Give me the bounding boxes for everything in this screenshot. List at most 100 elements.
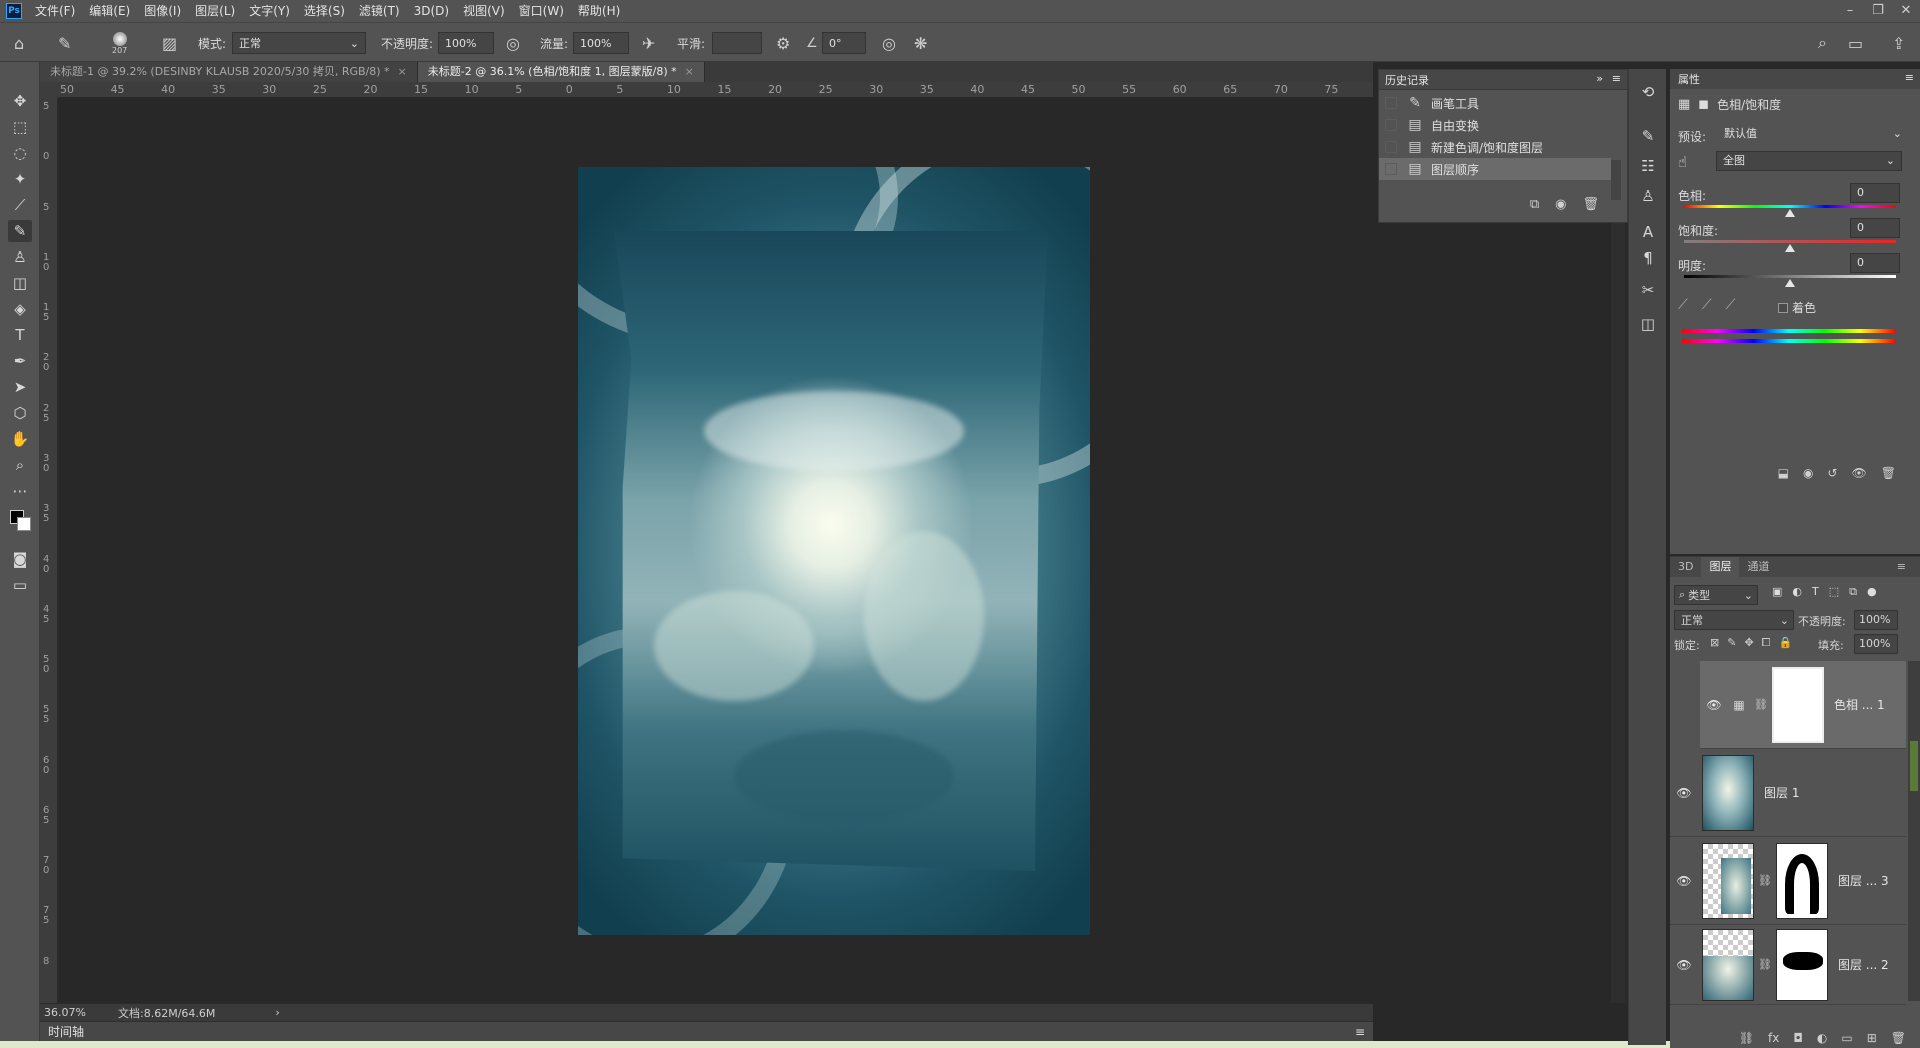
new-document-from-state-icon[interactable]: ⧉	[1530, 197, 1539, 212]
link-icon[interactable]: ⛓	[1754, 698, 1768, 711]
filter-toggle-icon[interactable]: ●	[1867, 585, 1877, 599]
new-layer-icon[interactable]: ⊞	[1867, 1031, 1877, 1045]
restore-icon[interactable]: ❐	[1864, 0, 1892, 22]
filter-adjustment-icon[interactable]: ◐	[1792, 585, 1802, 599]
menu-edit[interactable]: 编辑(E)	[82, 0, 137, 22]
layer-mask-thumbnail[interactable]	[1775, 842, 1828, 919]
filter-smart-icon[interactable]: ⧉	[1849, 585, 1857, 599]
link-icon[interactable]: ⛓	[1758, 874, 1772, 887]
smooth-input[interactable]	[712, 32, 762, 54]
eyedropper-minus-icon[interactable]: ⟋	[1726, 297, 1736, 313]
lock-pixels-icon[interactable]: ✎	[1727, 636, 1736, 650]
close-icon[interactable]: ×	[398, 65, 407, 78]
brush-tool-icon[interactable]: ✎	[8, 220, 32, 242]
fill-input[interactable]: 100%	[1854, 634, 1898, 654]
tools-panel-icon[interactable]: ✂	[1637, 279, 1659, 301]
saturation-slider-thumb[interactable]	[1785, 244, 1795, 252]
channel-select[interactable]: 全图 ⌄	[1716, 151, 1902, 171]
lasso-tool-icon[interactable]: ◌	[8, 142, 32, 164]
minimize-icon[interactable]: –	[1836, 0, 1864, 22]
layer-mask-thumbnail[interactable]	[1775, 928, 1828, 1001]
gear-icon[interactable]: ⚙	[776, 23, 790, 63]
pen-tool-icon[interactable]: ✒	[8, 350, 32, 372]
hue-slider-thumb[interactable]	[1785, 209, 1795, 217]
more-tools-icon[interactable]: ⋯	[8, 480, 32, 502]
clone-source-icon[interactable]: ♙	[1637, 185, 1659, 207]
view-previous-icon[interactable]: ◉	[1803, 466, 1813, 480]
close-icon[interactable]: ✕	[1892, 0, 1920, 22]
link-layers-icon[interactable]: ⛓	[1739, 1031, 1754, 1045]
background-color-swatch[interactable]	[17, 517, 31, 531]
history-panel-icon[interactable]: ⟲	[1637, 81, 1659, 103]
timeline-tab[interactable]: 时间轴	[48, 1023, 84, 1040]
path-select-icon[interactable]: ➤	[8, 376, 32, 398]
filter-shape-icon[interactable]: ⬚	[1829, 585, 1839, 599]
trash-icon[interactable]: 🗑	[1582, 197, 1599, 212]
color-swatches[interactable]	[8, 508, 34, 534]
canvas-scrollbar[interactable]	[1611, 98, 1625, 1003]
visibility-eye-icon[interactable]: 👁	[1670, 874, 1698, 888]
history-panel-title[interactable]: 历史记录	[1385, 72, 1429, 88]
camera-icon[interactable]: ◉	[1555, 197, 1566, 212]
menu-image[interactable]: 图像(I)	[137, 0, 188, 22]
lightness-input[interactable]: 0	[1850, 253, 1900, 273]
blend-mode-select[interactable]: 正常 ⌄	[1674, 610, 1794, 630]
workspace-icon[interactable]: ▭	[1848, 23, 1863, 63]
chevron-right-icon[interactable]: ›	[275, 1006, 279, 1019]
reset-icon[interactable]: ↺	[1827, 466, 1837, 480]
menu-select[interactable]: 选择(S)	[297, 0, 352, 22]
shape-tool-icon[interactable]: ⬡	[8, 402, 32, 424]
tab-channels[interactable]: 通道	[1739, 557, 1777, 577]
visibility-eye-icon[interactable]: 👁	[1670, 958, 1698, 972]
quick-mask-icon[interactable]: ◙	[8, 548, 32, 570]
trash-icon[interactable]: 🗑	[1891, 1031, 1906, 1045]
layer-row[interactable]: 👁 图层 1	[1670, 749, 1906, 837]
menu-window[interactable]: 窗口(W)	[512, 0, 571, 22]
layer-filter-select[interactable]: ⌕ 类型 ⌄	[1674, 585, 1758, 605]
eraser-tool-icon[interactable]: ◫	[8, 272, 32, 294]
menu-layer[interactable]: 图层(L)	[188, 0, 242, 22]
trash-icon[interactable]: 🗑	[1881, 466, 1896, 480]
hand-tool-icon[interactable]: ✋	[8, 428, 32, 450]
brush-settings-icon[interactable]: ▨	[162, 23, 177, 63]
filter-pixel-icon[interactable]: ▣	[1772, 585, 1782, 599]
link-icon[interactable]: ⛓	[1758, 958, 1772, 971]
eyedropper-plus-icon[interactable]: ⟋	[1702, 297, 1712, 313]
lock-all-icon[interactable]: 🔒	[1778, 636, 1792, 650]
home-icon[interactable]: ⌂	[14, 23, 24, 63]
layer-name[interactable]: 图层 1	[1764, 784, 1799, 801]
layer-name[interactable]: 图层 ... 3	[1838, 872, 1889, 889]
mask-icon[interactable]: ◼	[1698, 97, 1709, 112]
panel-menu-icon[interactable]: ≡	[1612, 72, 1621, 85]
visibility-eye-icon[interactable]: 👁	[1670, 786, 1698, 800]
screen-mode-icon[interactable]: ▭	[8, 574, 32, 596]
layer-row[interactable]: 👁 ▦ ⛓ 色相 ... 1	[1700, 661, 1906, 749]
mode-select[interactable]: 正常 ⌄	[232, 32, 366, 54]
close-icon[interactable]: ×	[685, 65, 694, 78]
menu-3d[interactable]: 3D(D)	[407, 0, 456, 22]
fx-icon[interactable]: fx	[1768, 1031, 1779, 1045]
eyedropper-tool-icon[interactable]: ⟋	[8, 194, 32, 216]
lightness-slider-thumb[interactable]	[1785, 279, 1795, 287]
document-canvas[interactable]	[578, 167, 1090, 935]
zoom-level[interactable]: 36.07%	[44, 1006, 114, 1019]
layer-mask-thumbnail[interactable]	[1771, 666, 1824, 743]
history-item[interactable]: ▤ 自由变换	[1379, 114, 1611, 136]
filter-type-icon[interactable]: T	[1812, 585, 1819, 599]
tab-layers[interactable]: 图层	[1701, 557, 1740, 577]
flow-input[interactable]: 100%	[573, 32, 629, 54]
new-group-icon[interactable]: ▭	[1841, 1031, 1852, 1045]
airbrush-icon[interactable]: ✈	[642, 23, 655, 63]
character-panel-icon[interactable]: A	[1637, 221, 1659, 243]
lock-position-icon[interactable]: ✥	[1744, 636, 1753, 650]
angle-input[interactable]: 0°	[822, 32, 866, 54]
marquee-tool-icon[interactable]: ⬚	[8, 116, 32, 138]
zoom-tool-icon[interactable]: ⌕	[8, 454, 32, 476]
eyedropper-icon[interactable]: ⟋	[1678, 297, 1688, 313]
move-tool-icon[interactable]: ✥	[8, 90, 32, 112]
share-icon[interactable]: ⇪	[1892, 23, 1905, 63]
menu-filter[interactable]: 滤镜(T)	[352, 0, 407, 22]
type-tool-icon[interactable]: T	[8, 324, 32, 346]
doc-tab-2[interactable]: 未标题-2 @ 36.1% (色相/饱和度 1, 图层蒙版/8) * ×	[417, 62, 705, 82]
lock-transparent-icon[interactable]: ⊠	[1710, 636, 1719, 650]
